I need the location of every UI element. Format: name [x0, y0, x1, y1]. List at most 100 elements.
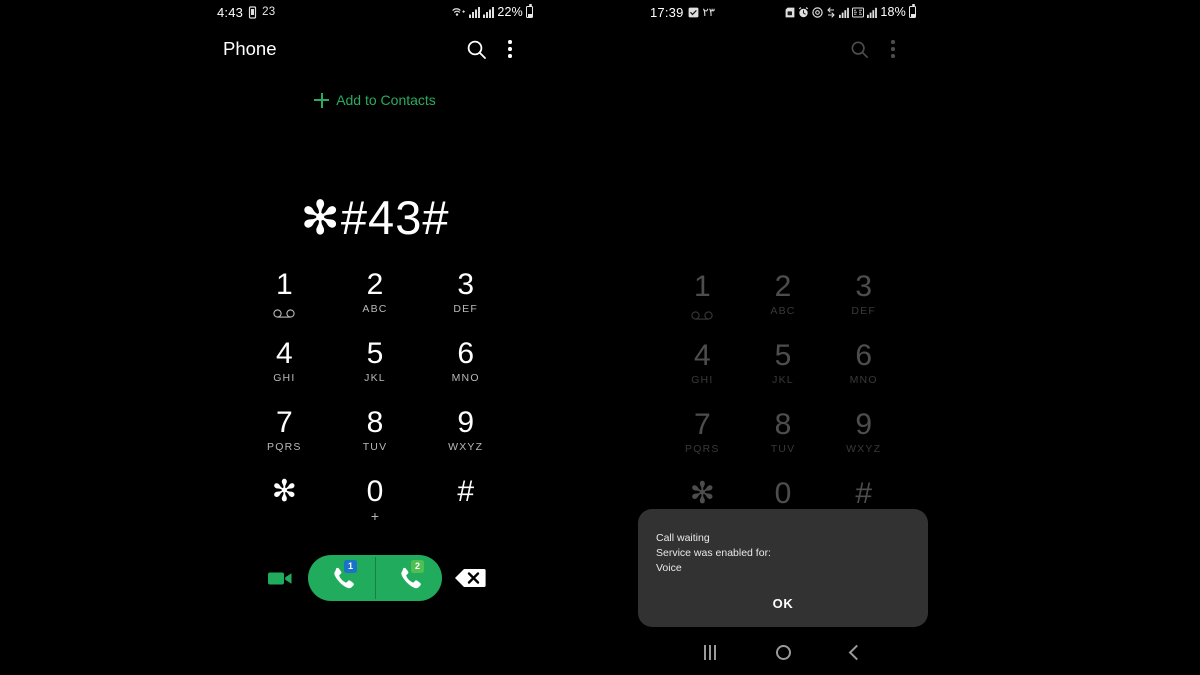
dialpad-key-digit: 8 [366, 406, 384, 439]
dialpad-key-digit: 7 [693, 408, 711, 441]
dialpad-key-plus: + [370, 508, 380, 524]
voicemail-icon [691, 307, 713, 325]
dialpad-key-5[interactable]: 5 JKL [330, 335, 421, 404]
dialpad-key-letters: ABC [770, 305, 796, 317]
do-not-disturb-icon [812, 6, 824, 18]
voicemail-icon [273, 305, 295, 323]
dialpad-key-4[interactable]: 4 GHI [239, 335, 330, 404]
mobile-data-icon [852, 7, 865, 18]
dialog-title: Call waiting [656, 532, 710, 544]
dialpad-key-letters: GHI [273, 372, 296, 384]
overflow-menu-icon[interactable] [493, 32, 527, 66]
dialpad-key-star[interactable]: ✻ [239, 473, 330, 542]
calendar-icon [688, 7, 699, 18]
dialpad-key-8[interactable]: 8 TUV [330, 404, 421, 473]
dialpad-key-hash[interactable]: # [420, 473, 511, 542]
dialpad-key-digit: # [457, 475, 474, 508]
dialpad-left: 1 2 ABC 3 DEF 4 GHI 5 JKL 6 MNO 7 PQRS 8… [239, 266, 511, 542]
battery-percent: 22% [497, 5, 523, 19]
dialog-body-line-1: Service was enabled for: [656, 547, 771, 559]
dialpad-right: 1 2 ABC 3 DEF 4 GHI 5 JKL 6 MNO 7 PQRS 8… [662, 268, 904, 544]
sim1-badge: 1 [344, 560, 357, 573]
dialpad-key-letters: JKL [772, 374, 794, 386]
dialpad-key-digit: # [855, 477, 872, 510]
dialed-number-display[interactable]: ✻#43# [205, 190, 545, 246]
phone-screen-right: 17:39 ٢٣ 18% 1 2 ABC 3 DEF 4 GHI 5 JKL 6… [638, 0, 928, 675]
dialpad-key-digit: 3 [457, 268, 474, 301]
dialpad-key-7[interactable]: 7 PQRS [662, 406, 743, 475]
status-time: 4:43 [217, 4, 244, 20]
battery-icon [526, 4, 533, 18]
status-bar-left: 4:43 23 22% [205, 0, 545, 24]
dialpad-key-1[interactable]: 1 [239, 266, 330, 335]
sync-icon [826, 6, 836, 18]
status-bar-right-group: 18% [785, 4, 916, 19]
dialpad-key-3[interactable]: 3 DEF [420, 266, 511, 335]
recents-icon[interactable] [704, 644, 716, 660]
backspace-icon[interactable] [442, 567, 498, 589]
signal-bars-icon [839, 7, 850, 18]
dialpad-key-digit: 2 [774, 270, 792, 303]
dialpad-key-6[interactable]: 6 MNO [420, 335, 511, 404]
add-to-contacts-button[interactable]: Add to Contacts [205, 92, 545, 108]
status-bar-left-group: 17:39 ٢٣ [650, 5, 715, 20]
dialpad-key-digit: 0 [366, 475, 384, 508]
dialpad-key-letters: PQRS [685, 443, 720, 455]
home-icon[interactable] [776, 644, 791, 660]
video-camera-icon[interactable] [252, 569, 308, 588]
dialpad-key-digit: 7 [275, 406, 293, 439]
dialpad-key-7[interactable]: 7 PQRS [239, 404, 330, 473]
battery-icon [909, 4, 916, 18]
dialpad-key-1[interactable]: 1 [662, 268, 743, 337]
plus-icon [314, 92, 330, 108]
search-icon[interactable] [842, 32, 876, 66]
dialpad-key-6[interactable]: 6 MNO [823, 337, 904, 406]
call-button-sim2[interactable]: 2 [375, 555, 442, 601]
battery-percent: 18% [880, 5, 906, 19]
dialpad-key-0[interactable]: 0 + [330, 473, 421, 542]
dialog-body-line-2: Voice [656, 562, 682, 574]
screenshot-stage: 4:43 23 22% Phone Add to Contacts ✻#43# … [0, 0, 1200, 675]
overflow-menu-icon[interactable] [876, 32, 910, 66]
status-time: 17:39 [650, 4, 684, 20]
notification-count: 23 [262, 6, 276, 18]
dialpad-key-digit: 2 [366, 268, 384, 301]
dialpad-key-digit: ✻ [689, 477, 715, 510]
phone-screen-left: 4:43 23 22% Phone Add to Contacts ✻#43# … [205, 0, 545, 675]
dialpad-key-digit: 4 [693, 339, 711, 372]
dialpad-key-9[interactable]: 9 WXYZ [823, 406, 904, 475]
sim-card-icon [785, 7, 795, 18]
signal-bars-icon [469, 6, 481, 18]
dialpad-key-2[interactable]: 2 ABC [743, 268, 824, 337]
call-button-sim1[interactable]: 1 [308, 555, 375, 601]
dialpad-key-digit: 6 [855, 339, 872, 372]
dialpad-key-digit: 1 [693, 270, 711, 303]
dialpad-key-8[interactable]: 8 TUV [743, 406, 824, 475]
dialpad-key-2[interactable]: 2 ABC [330, 266, 421, 335]
dialpad-key-letters: TUV [362, 441, 388, 453]
back-icon[interactable] [848, 644, 865, 660]
dialpad-key-digit: 5 [366, 337, 384, 370]
dialpad-key-letters: DEF [851, 305, 876, 317]
dialpad-key-9[interactable]: 9 WXYZ [420, 404, 511, 473]
call-action-bar: 1 2 [205, 550, 545, 606]
dialpad-key-5[interactable]: 5 JKL [743, 337, 824, 406]
dialpad-key-letters: WXYZ [448, 441, 484, 453]
dialog-ok-button[interactable]: OK [638, 596, 928, 611]
dialpad-key-letters: PQRS [267, 441, 302, 453]
dialpad-key-3[interactable]: 3 DEF [823, 268, 904, 337]
dialpad-key-4[interactable]: 4 GHI [662, 337, 743, 406]
alarm-clock-icon [798, 6, 809, 18]
dialpad-key-letters: MNO [451, 372, 480, 384]
search-icon[interactable] [459, 32, 493, 66]
dialpad-key-digit: 5 [774, 339, 792, 372]
signal-bars-icon [483, 6, 495, 18]
dialpad-key-letters: ABC [362, 303, 388, 315]
signal-bars-icon [867, 7, 878, 18]
dialpad-key-letters: TUV [770, 443, 796, 455]
status-bar-right: 17:39 ٢٣ 18% [638, 0, 928, 24]
dialpad-key-letters: DEF [453, 303, 478, 315]
call-waiting-dialog: Call waiting Service was enabled for: Vo… [638, 509, 928, 627]
dialpad-key-digit: ✻ [271, 475, 297, 508]
dialpad-key-letters: JKL [364, 372, 386, 384]
